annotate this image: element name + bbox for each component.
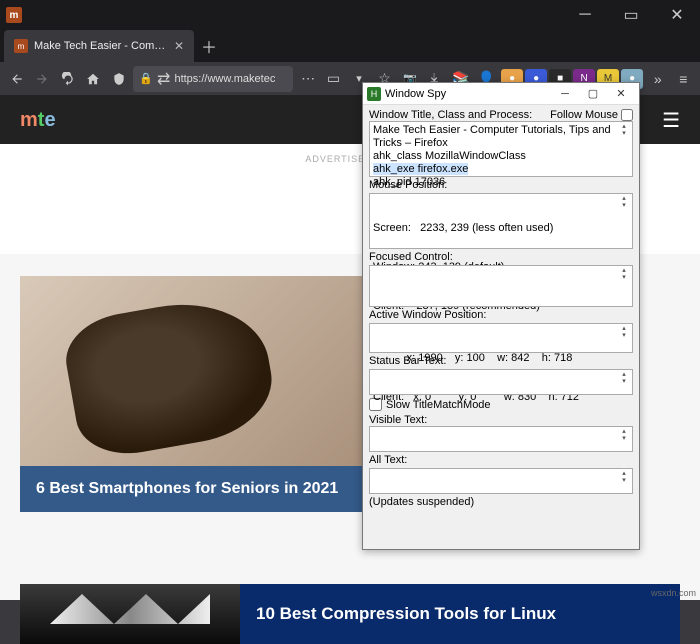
window-close-button[interactable]: ✕	[654, 0, 700, 30]
spy-section-all: All Text:	[369, 454, 633, 466]
article-card-1[interactable]: 6 Best Smartphones for Seniors in 2021	[20, 276, 375, 512]
permissions-icon[interactable]: ⇄	[157, 69, 170, 89]
menu-button[interactable]: ≡	[673, 65, 694, 93]
spy-maximize-button[interactable]: ▢	[579, 87, 607, 100]
follow-mouse-checkbox[interactable]: Follow Mouse	[550, 109, 633, 121]
article-1-image	[20, 276, 375, 466]
window-minimize-button[interactable]: ─	[562, 0, 608, 30]
spy-suspended-label: (Updates suspended)	[369, 496, 633, 508]
site-menu-button[interactable]: ☰	[662, 108, 680, 133]
nav-back-button[interactable]	[6, 65, 27, 93]
spy-all-field[interactable]: ▴▾	[369, 468, 633, 494]
article-1-title: 6 Best Smartphones for Seniors in 2021	[20, 466, 375, 512]
spy-close-button[interactable]: ✕	[607, 87, 635, 100]
page-actions-button[interactable]: ⋯	[297, 65, 318, 93]
spinner-icon[interactable]: ▴▾	[618, 196, 630, 208]
spinner-icon[interactable]: ▴▾	[618, 124, 630, 136]
tab-strip: m Make Tech Easier - Computer ✕ ＋	[0, 30, 700, 62]
spy-wtcp-field[interactable]: Make Tech Easier - Computer Tutorials, T…	[369, 121, 633, 177]
watermark: wsxdn.com	[651, 588, 696, 598]
nav-forward-button[interactable]	[31, 65, 52, 93]
spinner-icon[interactable]: ▴▾	[618, 268, 630, 280]
spy-titlebar[interactable]: H Window Spy ─ ▢ ✕	[363, 83, 639, 105]
follow-mouse-input[interactable]	[621, 109, 633, 121]
url-bar[interactable]: 🔒 ⇄	[133, 66, 293, 92]
url-input[interactable]	[174, 73, 287, 85]
window-favicon: m	[6, 7, 22, 23]
tab-close-icon[interactable]: ✕	[174, 39, 184, 53]
tab-maketecheasier[interactable]: m Make Tech Easier - Computer ✕	[4, 30, 194, 62]
spy-awp-field[interactable]: x: 1990 y: 100 w: 842 h: 718 Client: x: …	[369, 323, 633, 353]
spinner-icon[interactable]: ▴▾	[618, 326, 630, 338]
spy-app-icon: H	[367, 87, 381, 101]
spy-section-wtcp: Window Title, Class and Process:	[369, 109, 532, 121]
site-logo[interactable]: mte	[20, 109, 56, 132]
reload-icon	[61, 72, 75, 86]
spinner-icon[interactable]: ▴▾	[618, 429, 630, 441]
article-2-title: 10 Best Compression Tools for Linux	[240, 604, 572, 624]
article-2-image	[20, 584, 240, 644]
shield-button[interactable]	[108, 65, 129, 93]
overflow-button[interactable]: »	[647, 65, 668, 93]
spy-focused-field[interactable]: ▴▾	[369, 265, 633, 307]
arrow-right-icon	[35, 72, 49, 86]
spy-minimize-button[interactable]: ─	[551, 88, 579, 100]
nav-home-button[interactable]	[82, 65, 103, 93]
spinner-icon[interactable]: ▴▾	[618, 372, 630, 384]
window-restore-button[interactable]: ▭	[608, 0, 654, 30]
tab-favicon: m	[14, 39, 28, 53]
tab-title: Make Tech Easier - Computer	[34, 40, 168, 52]
spy-status-field[interactable]: ▴▾	[369, 369, 633, 395]
nav-reload-button[interactable]	[57, 65, 78, 93]
spy-title-text: Window Spy	[385, 88, 551, 100]
arrow-left-icon	[10, 72, 24, 86]
spy-visible-field[interactable]: ▴▾	[369, 426, 633, 452]
home-icon	[86, 72, 100, 86]
shield-icon	[112, 72, 126, 86]
window-spy-dialog[interactable]: H Window Spy ─ ▢ ✕ Window Title, Class a…	[362, 82, 640, 550]
window-titlebar: m ─ ▭ ✕	[0, 0, 700, 30]
article-card-2[interactable]: 10 Best Compression Tools for Linux	[20, 584, 680, 644]
spy-mouse-field[interactable]: Screen: 2233, 239 (less often used) Wind…	[369, 193, 633, 249]
lock-icon: 🔒	[139, 72, 153, 85]
new-tab-button[interactable]: ＋	[194, 30, 224, 62]
spinner-icon[interactable]: ▴▾	[618, 471, 630, 483]
reader-mode-button[interactable]: ▭	[323, 65, 344, 93]
